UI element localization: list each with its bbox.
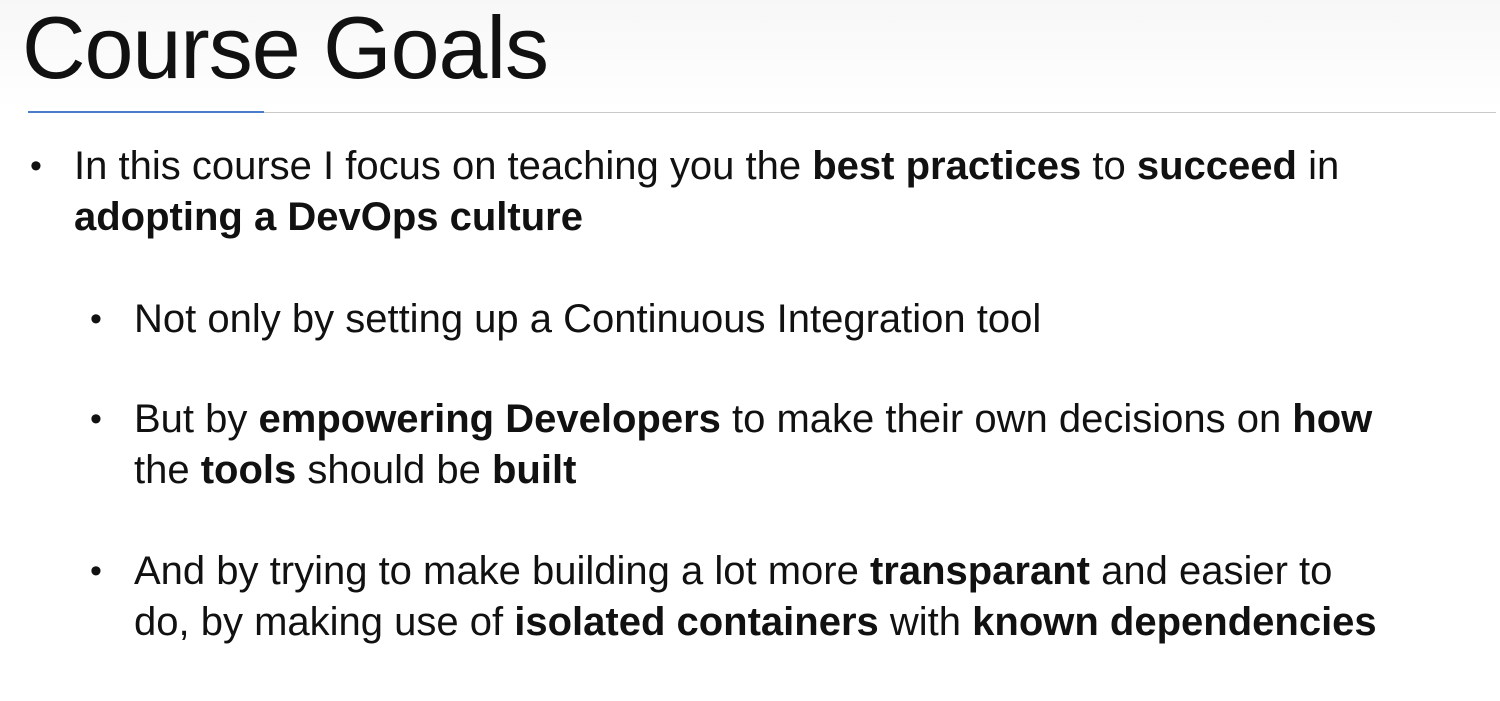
- emphasis-text: tools: [200, 448, 297, 492]
- body-text: Not only by setting up a Continuous Inte…: [134, 297, 1042, 341]
- bullet-text: In this course I focus on teaching you t…: [74, 141, 1339, 243]
- sub-bullet-item: • But by empowering Developers to make t…: [90, 394, 1372, 496]
- body-text: to: [1081, 144, 1137, 188]
- body-text: should be: [296, 448, 492, 492]
- bullet-line: Not only by setting up a Continuous Inte…: [134, 294, 1041, 345]
- body-text: do, by making use of: [134, 600, 515, 644]
- emphasis-text: known dependencies: [972, 600, 1377, 644]
- emphasis-text: transparant: [869, 549, 1090, 593]
- title-divider-accent: [28, 111, 264, 113]
- bullet-dot: •: [90, 300, 102, 338]
- bullet-text: But by empowering Developers to make the…: [134, 394, 1372, 496]
- emphasis-text: isolated containers: [514, 600, 879, 644]
- bullet-line: adopting a DevOps culture: [74, 192, 1339, 243]
- bullet-line: do, by making use of isolated containers…: [134, 597, 1377, 648]
- sub-bullet-item: • Not only by setting up a Continuous In…: [90, 294, 1041, 345]
- sub-bullet-item: • And by trying to make building a lot m…: [90, 546, 1377, 648]
- emphasis-text: adopting a DevOps culture: [74, 195, 583, 239]
- bullet-line: In this course I focus on teaching you t…: [74, 141, 1339, 192]
- slide-title: Course Goals: [22, 0, 549, 97]
- slide: Course Goals • In this course I focus on…: [0, 0, 1500, 701]
- body-text: the: [134, 448, 201, 492]
- body-text: with: [878, 600, 973, 644]
- bullet-dot: •: [90, 552, 102, 590]
- emphasis-text: built: [491, 448, 577, 492]
- body-text: But by: [134, 397, 259, 441]
- body-text: and easier to: [1090, 549, 1333, 593]
- body-text: And by trying to make building a lot mor…: [134, 549, 870, 593]
- bullet-text: And by trying to make building a lot mor…: [134, 546, 1377, 648]
- bullet-text: Not only by setting up a Continuous Inte…: [134, 294, 1041, 345]
- body-text: In this course I focus on teaching you t…: [74, 144, 813, 188]
- bullet-line: And by trying to make building a lot mor…: [134, 546, 1377, 597]
- body-text: in: [1296, 144, 1340, 188]
- bullet-line: the tools should be built: [134, 445, 1372, 496]
- emphasis-text: succeed: [1136, 144, 1297, 188]
- emphasis-text: best practices: [812, 144, 1082, 188]
- bullet-item: • In this course I focus on teaching you…: [30, 141, 1339, 243]
- bullet-dot: •: [90, 400, 102, 438]
- bullet-line: But by empowering Developers to make the…: [134, 394, 1372, 445]
- emphasis-text: how: [1292, 397, 1373, 441]
- emphasis-text: empowering Developers: [258, 397, 721, 441]
- bullet-dot: •: [30, 147, 42, 185]
- body-text: to make their own decisions on: [720, 397, 1293, 441]
